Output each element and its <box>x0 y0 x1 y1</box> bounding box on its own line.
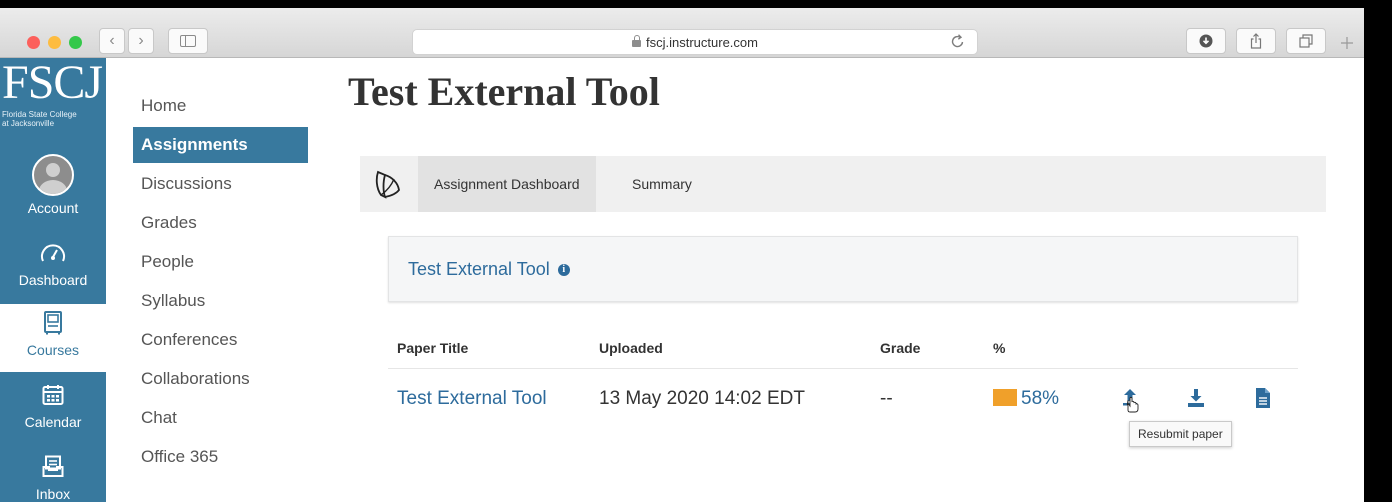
fscj-logo[interactable]: FSCJ Florida State College at Jacksonvil… <box>0 58 106 154</box>
view-report-document-icon[interactable] <box>1254 387 1272 409</box>
calendar-icon <box>42 385 64 405</box>
url-text: fscj.instructure.com <box>646 34 758 50</box>
downloads-button[interactable] <box>1186 28 1226 54</box>
global-nav-calendar[interactable]: Calendar <box>0 376 106 446</box>
course-nav-chat[interactable]: Chat <box>133 400 308 436</box>
sidebar-icon <box>180 35 196 47</box>
course-navigation: Home Assignments Discussions Grades Peop… <box>133 88 308 478</box>
column-header-uploaded: Uploaded <box>599 340 663 356</box>
global-nav-label: Courses <box>26 342 80 358</box>
chevron-right-icon: › <box>138 32 144 49</box>
chevron-left-icon: ‹ <box>109 32 115 49</box>
global-nav-courses[interactable]: Courses <box>0 304 106 372</box>
lock-icon <box>632 34 641 47</box>
sidebar-toggle-button[interactable] <box>168 28 208 54</box>
course-nav-office-365[interactable]: Office 365 <box>133 439 308 475</box>
courses-icon <box>44 311 62 335</box>
global-nav-label: Calendar <box>24 414 82 430</box>
minimize-window-button[interactable] <box>48 36 61 49</box>
info-icon[interactable]: i <box>557 264 570 277</box>
course-nav-people[interactable]: People <box>133 244 308 280</box>
dashboard-icon <box>41 244 65 262</box>
global-nav-account[interactable]: Account <box>0 154 106 226</box>
tool-tab-bar: Assignment Dashboard Summary <box>360 156 1326 212</box>
global-nav-label: Inbox <box>35 486 71 502</box>
column-header-grade: Grade <box>880 340 921 356</box>
reload-icon[interactable] <box>951 33 965 49</box>
back-button[interactable]: ‹ <box>99 28 125 54</box>
close-window-button[interactable] <box>27 36 40 49</box>
global-nav-dashboard[interactable]: Dashboard <box>0 234 106 304</box>
assignment-title[interactable]: Test External Tool i <box>408 259 570 280</box>
course-nav-grades[interactable]: Grades <box>133 205 308 241</box>
address-bar[interactable]: fscj.instructure.com <box>412 29 978 55</box>
forward-button[interactable]: › <box>128 28 154 54</box>
paper-title-link[interactable]: Test External Tool <box>397 388 547 410</box>
tabs-overview-button[interactable] <box>1286 28 1326 54</box>
global-nav-inbox[interactable]: Inbox <box>0 448 106 502</box>
similarity-score[interactable]: 58% <box>993 388 1059 410</box>
logo-subtitle: Florida State College at Jacksonville <box>2 110 77 128</box>
global-nav-label: Account <box>27 200 79 216</box>
similarity-color-box <box>993 389 1017 406</box>
column-header-paper-title: Paper Title <box>397 340 469 356</box>
avatar <box>32 154 74 196</box>
resubmit-tooltip: Resubmit paper <box>1129 421 1232 447</box>
tab-assignment-dashboard[interactable]: Assignment Dashboard <box>418 156 596 212</box>
new-tab-button[interactable] <box>1340 30 1354 56</box>
zoom-window-button[interactable] <box>69 36 82 49</box>
page-title: Test External Tool <box>348 69 660 114</box>
download-circle-icon <box>1199 34 1213 48</box>
table-divider <box>388 368 1298 369</box>
global-nav-label: Dashboard <box>18 272 88 288</box>
screen-border <box>1364 0 1392 502</box>
canvas-page: FSCJ Florida State College at Jacksonvil… <box>0 58 1364 502</box>
share-button[interactable] <box>1236 28 1276 54</box>
course-nav-collaborations[interactable]: Collaborations <box>133 361 308 397</box>
column-header-similarity: % <box>993 340 1006 356</box>
assignment-card: Test External Tool i <box>388 236 1298 302</box>
grade-value: -- <box>880 388 893 409</box>
tabs-icon <box>1299 34 1313 48</box>
tab-summary[interactable]: Summary <box>616 156 708 212</box>
global-navigation: FSCJ Florida State College at Jacksonvil… <box>0 58 106 502</box>
inbox-icon <box>42 455 64 477</box>
logo-mark: FSCJ <box>2 56 103 109</box>
resubmit-paper-icon[interactable] <box>1120 387 1142 413</box>
share-icon <box>1250 33 1262 49</box>
download-paper-icon[interactable] <box>1186 387 1206 409</box>
course-nav-home[interactable]: Home <box>133 88 308 124</box>
plus-icon <box>1341 37 1353 49</box>
course-nav-assignments[interactable]: Assignments <box>133 127 308 163</box>
browser-toolbar: ‹ › fscj.instructure.com <box>0 8 1392 58</box>
course-nav-syllabus[interactable]: Syllabus <box>133 283 308 319</box>
course-nav-conferences[interactable]: Conferences <box>133 322 308 358</box>
course-nav-discussions[interactable]: Discussions <box>133 166 308 202</box>
turnitin-quill-icon <box>375 170 400 199</box>
uploaded-date: 13 May 2020 14:02 EDT <box>599 388 805 409</box>
